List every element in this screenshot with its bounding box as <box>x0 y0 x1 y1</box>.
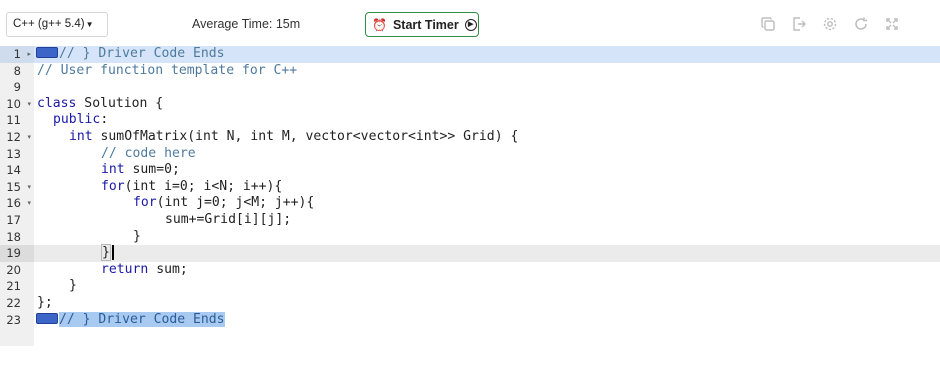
code-comment: // User function template for C++ <box>37 62 298 78</box>
code-line[interactable]: 16 ▾ for(int j=0; j<M; j++){ <box>0 195 940 212</box>
copy-icon[interactable] <box>760 16 776 32</box>
fold-arrow-icon[interactable]: ▸ <box>27 46 31 63</box>
fullscreen-icon[interactable] <box>884 16 900 32</box>
code-line[interactable]: 18 } <box>0 229 940 246</box>
code-text: (int i=0; i<N; i++){ <box>124 178 283 194</box>
line-number: 21 <box>6 279 21 294</box>
line-number: 16 <box>6 196 21 211</box>
code-text: : <box>100 112 109 128</box>
line-number: 18 <box>6 229 21 244</box>
code-line[interactable]: 1 ▸ // } Driver Code Ends <box>0 46 940 63</box>
line-number: 19 <box>6 246 21 261</box>
export-icon[interactable] <box>791 16 807 32</box>
code-line[interactable]: 13 // code here <box>0 146 940 163</box>
code-line[interactable]: 12 ▾ int sumOfMatrix(int N, int M, vector… <box>0 129 940 146</box>
line-number: 11 <box>6 113 21 128</box>
line-number: 12 <box>6 130 21 144</box>
code-keyword: int <box>69 129 93 144</box>
code-line[interactable]: 23 // } Driver Code Ends <box>0 311 940 329</box>
start-timer-button[interactable]: ⏰ Start Timer ▶ <box>365 12 479 37</box>
line-number: 9 <box>13 80 21 95</box>
code-line[interactable]: 10 ▾ class Solution { <box>0 96 940 113</box>
code-keyword: for <box>133 195 157 211</box>
code-text: sumOfMatrix(int N, int M, vector<vector<… <box>92 129 519 144</box>
line-number: 17 <box>6 213 21 227</box>
code-text: } <box>69 278 77 294</box>
code-line[interactable]: 17 sum+=Grid[i][j]; <box>0 212 940 229</box>
code-text: sum=0; <box>124 162 180 178</box>
code-line[interactable]: 9 <box>0 79 940 96</box>
fold-arrow-icon[interactable]: ▾ <box>27 96 31 113</box>
code-text: sum+=Grid[i][j]; <box>165 212 292 227</box>
code-line[interactable]: 20 return sum; <box>0 262 940 279</box>
code-text: sum; <box>148 261 188 277</box>
fold-arrow-icon[interactable]: ▾ <box>27 179 31 196</box>
fold-arrow-icon[interactable]: ▾ <box>27 129 31 146</box>
line-number: 23 <box>6 312 21 327</box>
language-select-value: C++ (g++ 5.4) <box>13 18 85 30</box>
play-icon: ▶ <box>464 18 477 31</box>
fold-arrow-icon[interactable]: ▾ <box>27 195 31 212</box>
code-keyword: return <box>101 261 149 277</box>
line-number: 20 <box>6 262 21 277</box>
code-keyword: for <box>101 178 125 194</box>
folded-code-marker-icon[interactable] <box>36 312 58 324</box>
code-comment: // } Driver Code Ends <box>59 46 225 61</box>
code-text: }; <box>37 295 53 310</box>
average-time-label: Average Time: 15m <box>192 17 301 31</box>
line-number: 14 <box>6 163 21 178</box>
editor-tool-icons <box>745 16 900 32</box>
settings-icon[interactable] <box>822 16 838 32</box>
start-timer-label: Start Timer <box>392 17 459 32</box>
text-cursor <box>111 245 114 261</box>
alarm-clock-icon: ⏰ <box>372 17 387 32</box>
line-number: 1 <box>13 47 21 61</box>
folded-code-marker-icon[interactable] <box>36 47 58 58</box>
code-keyword: class <box>37 95 77 111</box>
reset-icon[interactable] <box>853 16 869 32</box>
chevron-down-icon: ▼ <box>85 20 94 29</box>
language-select[interactable]: C++ (g++ 5.4)▼ <box>6 12 108 37</box>
code-text: } <box>101 244 111 262</box>
line-number: 8 <box>13 63 21 78</box>
code-editor[interactable]: 1 ▸ // } Driver Code Ends 8 // User funct… <box>0 46 940 346</box>
code-line[interactable]: 21 } <box>0 278 940 295</box>
code-text: Solution { <box>76 95 164 111</box>
code-keyword: public <box>53 112 101 128</box>
code-line[interactable]: 22 }; <box>0 295 940 312</box>
code-comment: // code here <box>101 145 196 161</box>
code-line[interactable]: 14 int sum=0; <box>0 162 940 179</box>
code-line[interactable]: 8 // User function template for C++ <box>0 63 940 80</box>
line-number: 15 <box>6 179 21 194</box>
code-text: } <box>133 228 141 244</box>
editor-toolbar: C++ (g++ 5.4)▼ Average Time: 15m ⏰ Start… <box>0 0 940 46</box>
code-line[interactable]: 11 public: <box>0 112 940 129</box>
code-text: (int j=0; j<M; j++){ <box>156 195 315 211</box>
code-keyword: int <box>101 162 125 178</box>
code-comment: // } Driver Code Ends <box>59 311 225 327</box>
line-number: 22 <box>6 296 21 310</box>
code-line[interactable]: 15 ▾ for(int i=0; i<N; i++){ <box>0 179 940 196</box>
code-line-active[interactable]: 19 } <box>0 244 940 262</box>
line-number: 13 <box>6 146 21 161</box>
line-number: 10 <box>6 96 21 111</box>
